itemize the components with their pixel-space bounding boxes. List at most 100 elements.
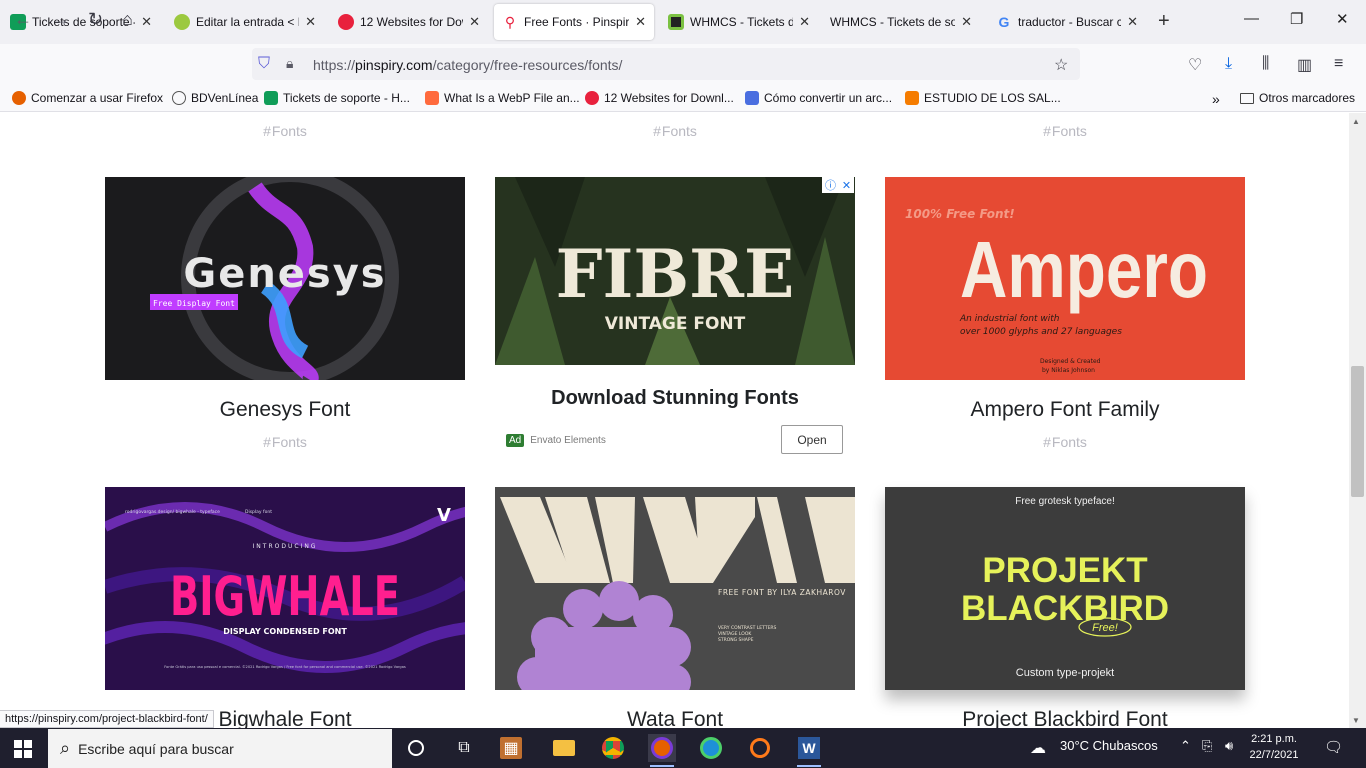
word-icon[interactable]: W bbox=[795, 734, 823, 767]
home-icon[interactable]: ⌂ bbox=[122, 9, 133, 30]
search-icon: ⌕ bbox=[60, 738, 71, 758]
close-tab-icon[interactable]: ✕ bbox=[141, 14, 152, 30]
ad-open-button[interactable]: Open bbox=[781, 425, 843, 454]
svg-text:Free grotesk typeface!: Free grotesk typeface! bbox=[1015, 496, 1115, 507]
network-icon[interactable]: ⎘ bbox=[1202, 738, 1212, 754]
sidebar-icon[interactable]: ▥ bbox=[1297, 55, 1312, 75]
maximize-window-icon[interactable]: ❐ bbox=[1290, 10, 1303, 28]
post-title-link[interactable]: Genesys Font bbox=[105, 398, 465, 422]
category-tag-link[interactable]: #Fonts bbox=[105, 123, 465, 139]
blogger-icon bbox=[905, 91, 919, 105]
bookmark-comenzar-firefox[interactable]: Comenzar a usar Firefox bbox=[12, 91, 163, 105]
tab-title: traductor - Buscar c bbox=[1018, 15, 1122, 29]
other-bookmarks-folder[interactable]: Otros marcadores bbox=[1240, 91, 1355, 105]
bookmark-tickets-soporte[interactable]: Tickets de soporte - H... bbox=[264, 91, 410, 105]
close-tab-icon[interactable]: ✕ bbox=[469, 14, 480, 30]
svg-text:Genesys: Genesys bbox=[183, 251, 386, 297]
url-text[interactable]: https://pinspiry.com/category/free-resou… bbox=[313, 57, 622, 73]
bigwhale-thumbnail[interactable]: rodrigovargas.design/ bigwhale - typefac… bbox=[105, 487, 465, 690]
svg-text:BIGWHALE: BIGWHALE bbox=[170, 565, 400, 628]
app-icon[interactable] bbox=[746, 734, 774, 762]
category-tag-link[interactable]: #Fonts bbox=[105, 434, 465, 450]
scroll-down-arrow-icon[interactable]: ▼ bbox=[1352, 716, 1360, 725]
pin-favicon-icon: ⚲ bbox=[504, 14, 516, 30]
minimize-window-icon[interactable]: — bbox=[1244, 10, 1259, 27]
ad-title-link[interactable]: Download Stunning Fonts bbox=[495, 387, 855, 410]
tab-title: WHMCS - Tickets de sop bbox=[830, 15, 956, 29]
taskbar-clock[interactable]: 2:21 p.m. 22/7/2021 bbox=[1244, 731, 1304, 763]
close-tab-icon[interactable]: ✕ bbox=[1127, 14, 1138, 30]
bookmark-bdvenlinea[interactable]: BDVenLínea bbox=[172, 91, 258, 105]
downloads-icon[interactable]: ⤓ bbox=[1225, 55, 1232, 73]
ad-fibre-thumbnail[interactable]: FIBRE VINTAGE FONT bbox=[495, 177, 855, 365]
bookmark-star-icon[interactable]: ☆ bbox=[1054, 55, 1068, 75]
tab-whmcs-2[interactable]: WHMCS - Tickets de sop ✕ bbox=[822, 4, 980, 40]
ad-choices-info-close[interactable]: ⓘ ✕ bbox=[822, 177, 854, 193]
tracking-protection-shield-icon[interactable]: ⛉ bbox=[258, 55, 270, 73]
cortana-circle-icon[interactable] bbox=[402, 734, 430, 762]
wata-thumbnail[interactable]: FREE FONT BY ILYA ZAKHAROV VERY CONTRAST… bbox=[495, 487, 855, 690]
docs-icon bbox=[745, 91, 759, 105]
firefox-taskbar-icon[interactable] bbox=[648, 734, 676, 767]
tab-editar-entrada[interactable]: Editar la entrada < N ✕ bbox=[166, 4, 324, 40]
tab-12-websites[interactable]: 12 Websites for Dow ✕ bbox=[330, 4, 488, 40]
forward-arrow-icon[interactable]: → bbox=[52, 9, 70, 30]
lock-icon[interactable]: 🔒︎ bbox=[286, 55, 293, 72]
edge-icon[interactable] bbox=[697, 734, 725, 762]
reload-icon[interactable]: ↻ bbox=[88, 9, 103, 30]
svg-text:STRONG SHAPE: STRONG SHAPE bbox=[718, 637, 754, 643]
bookmark-label: BDVenLínea bbox=[191, 91, 259, 105]
ad-badge: Ad bbox=[506, 434, 525, 447]
menu-hamburger-icon[interactable]: ≡ bbox=[1334, 55, 1343, 73]
category-tag-link[interactable]: #Fonts bbox=[885, 123, 1245, 139]
close-tab-icon[interactable]: ✕ bbox=[635, 14, 646, 30]
fibre-artwork: FIBRE VINTAGE FONT bbox=[495, 177, 855, 365]
file-explorer-icon[interactable] bbox=[550, 734, 578, 762]
library-icon[interactable]: ⫼ bbox=[1262, 55, 1269, 73]
bookmark-estudio[interactable]: ESTUDIO DE LOS SAL... bbox=[905, 91, 1061, 105]
svg-text:Display font: Display font bbox=[245, 509, 272, 515]
category-tag-link[interactable]: #Fonts bbox=[885, 434, 1245, 450]
windows-start-icon[interactable] bbox=[14, 740, 32, 758]
ad-close-icon[interactable]: ✕ bbox=[842, 179, 851, 192]
category-tag-link[interactable]: #Fonts bbox=[495, 123, 855, 139]
close-tab-icon[interactable]: ✕ bbox=[305, 14, 316, 30]
taskbar-search-box[interactable]: ⌕ Escribe aquí para buscar bbox=[48, 729, 392, 768]
ampero-artwork: 100% Free Font! Ampero An industrial fon… bbox=[905, 207, 1208, 374]
bookmark-label: 12 Websites for Downl... bbox=[604, 91, 734, 105]
scrollbar-thumb[interactable] bbox=[1351, 366, 1364, 497]
store-icon[interactable]: ▦ bbox=[500, 737, 522, 759]
close-tab-icon[interactable]: ✕ bbox=[961, 14, 972, 30]
tab-traductor[interactable]: G traductor - Buscar c ✕ bbox=[988, 4, 1146, 40]
bookmark-webp[interactable]: What Is a WebP File an... bbox=[425, 91, 580, 105]
notifications-icon[interactable]: 🗨︎ bbox=[1324, 738, 1343, 756]
ad-info-icon[interactable]: ⓘ bbox=[825, 177, 836, 193]
ad-source: Envato Elements bbox=[530, 435, 606, 446]
pocket-icon[interactable]: ♡ bbox=[1188, 55, 1202, 75]
tab-free-fonts-active[interactable]: ⚲ Free Fonts · Pinspiry ✕ bbox=[494, 4, 654, 40]
ampero-thumbnail[interactable]: 100% Free Font! Ampero An industrial fon… bbox=[885, 177, 1245, 380]
genesys-thumbnail[interactable]: Genesys Free Display Font bbox=[105, 177, 465, 380]
wata-artwork: FREE FONT BY ILYA ZAKHAROV VERY CONTRAST… bbox=[495, 487, 855, 690]
blackbird-thumbnail[interactable]: Free grotesk typeface! PROJEKT BLACKBIRD… bbox=[885, 487, 1245, 690]
close-window-icon[interactable]: ✕ bbox=[1336, 10, 1349, 28]
tab-title: WHMCS - Tickets de bbox=[690, 15, 794, 29]
tab-whmcs-1[interactable]: WHMCS - Tickets de ✕ bbox=[660, 4, 818, 40]
post-title-link[interactable]: Ampero Font Family bbox=[885, 398, 1245, 422]
new-tab-plus-icon[interactable]: + bbox=[1158, 10, 1170, 33]
bookmark-como-convertir[interactable]: Cómo convertir un arc... bbox=[745, 91, 892, 105]
back-arrow-icon[interactable]: ← bbox=[14, 9, 32, 30]
post-title-link[interactable]: Project Blackbird Font bbox=[885, 708, 1245, 728]
weather-cloud-icon[interactable]: ☁ bbox=[1030, 738, 1046, 758]
scroll-up-arrow-icon[interactable]: ▲ bbox=[1352, 117, 1360, 126]
show-hidden-icons-chevron-icon[interactable]: ⌃ bbox=[1180, 738, 1191, 754]
weather-text[interactable]: 30°C Chubascos bbox=[1060, 738, 1158, 753]
tab-title: Editar la entrada < N bbox=[196, 15, 300, 29]
post-title-link[interactable]: Wata Font bbox=[495, 708, 855, 728]
bookmark-12-websites[interactable]: 12 Websites for Downl... bbox=[585, 91, 734, 105]
close-tab-icon[interactable]: ✕ bbox=[799, 14, 810, 30]
more-bookmarks-chevron-icon[interactable]: » bbox=[1212, 91, 1220, 107]
task-view-icon[interactable]: ⧉ bbox=[450, 734, 478, 762]
volume-icon[interactable]: 🔊︎ bbox=[1225, 738, 1233, 754]
chrome-icon[interactable] bbox=[599, 734, 627, 762]
